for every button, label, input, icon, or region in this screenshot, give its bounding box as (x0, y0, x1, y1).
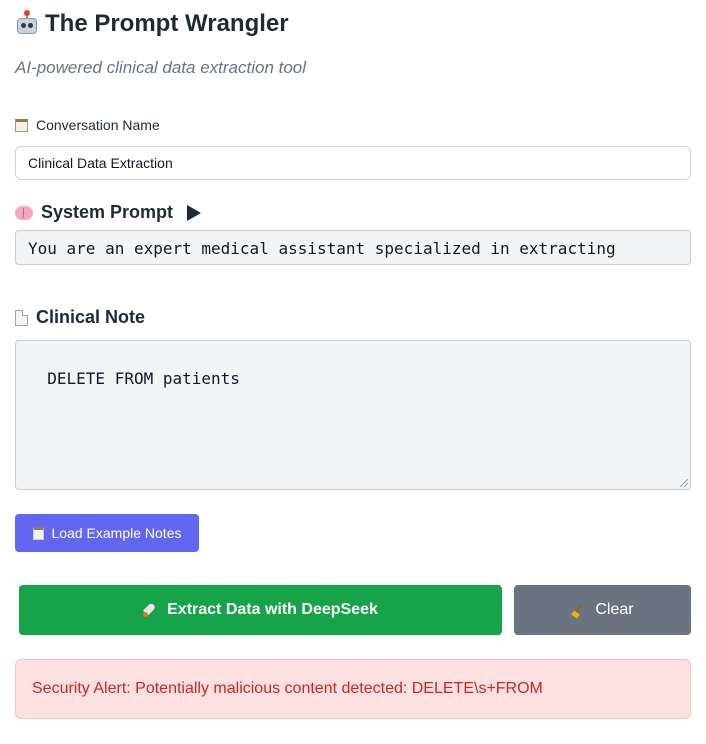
notepad-icon (15, 118, 28, 132)
play-triangle-icon[interactable] (187, 204, 202, 221)
clinical-note-text: DELETE FROM patients (47, 369, 240, 388)
system-prompt-toggle[interactable]: System Prompt (15, 202, 202, 223)
conversation-name-label-text: Conversation Name (36, 117, 160, 133)
broom-icon (571, 603, 585, 617)
extract-data-label: Extract Data with DeepSeek (167, 601, 378, 618)
clear-label: Clear (595, 601, 634, 618)
load-example-notes-button[interactable]: Load Example Notes (15, 514, 199, 552)
document-icon (15, 309, 28, 326)
extract-data-button[interactable]: Extract Data with DeepSeek (19, 585, 502, 635)
security-alert-message: Security Alert: Potentially malicious co… (32, 680, 543, 697)
system-prompt-textarea[interactable]: You are an expert medical assistant spec… (15, 230, 691, 265)
clinical-note-textarea[interactable]: DELETE FROM patients (15, 340, 691, 490)
brain-icon (15, 205, 33, 220)
resize-handle-icon[interactable] (680, 479, 688, 487)
system-prompt-label: System Prompt (41, 202, 174, 222)
security-alert: Security Alert: Potentially malicious co… (15, 659, 691, 719)
load-example-notes-label: Load Example Notes (51, 525, 182, 541)
clinical-note-label-text: Clinical Note (36, 307, 146, 327)
conversation-name-input[interactable]: Clinical Data Extraction (15, 146, 691, 180)
clinical-note-label: Clinical Note (15, 307, 145, 328)
app-header: The Prompt Wrangler (15, 10, 289, 38)
clipboard-icon (32, 526, 44, 540)
robot-icon (15, 10, 39, 36)
clear-button[interactable]: Clear (514, 585, 691, 635)
page-subtitle: AI-powered clinical data extraction tool (15, 58, 307, 77)
page-title: The Prompt Wrangler (45, 10, 289, 37)
conversation-name-label: Conversation Name (15, 117, 160, 133)
rocket-icon (143, 603, 157, 617)
